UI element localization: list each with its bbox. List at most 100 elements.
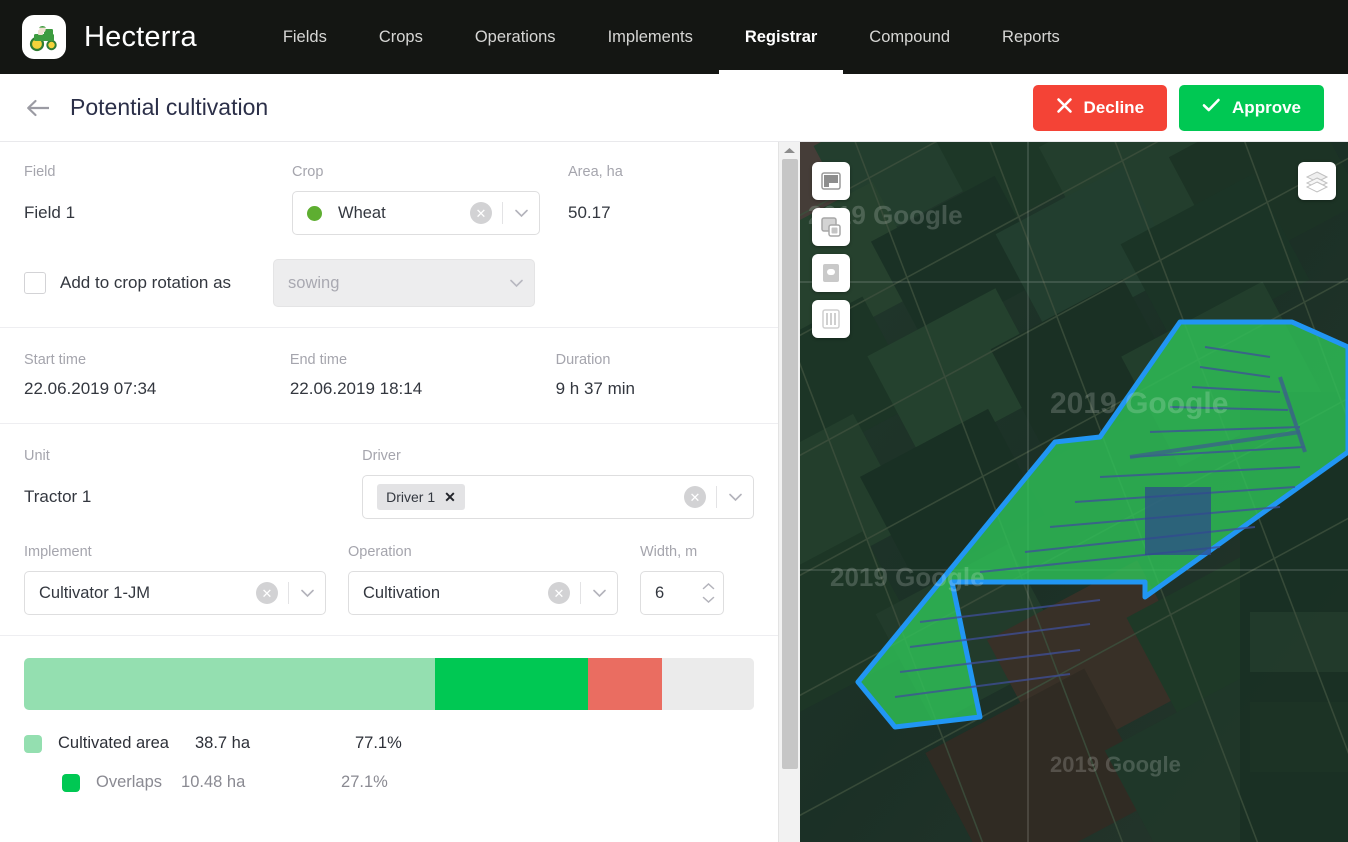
start-time-value: 22.06.2019 07:34 bbox=[24, 379, 290, 399]
driver-chip: Driver 1 ✕ bbox=[377, 484, 465, 510]
brand-name: Hecterra bbox=[84, 21, 197, 54]
crop-label: Crop bbox=[292, 164, 540, 180]
area-label: Area, ha bbox=[568, 164, 720, 180]
section-field-crop: Field Field 1 Crop Wheat ✕ bbox=[0, 142, 778, 328]
rotation-chevron-down-icon[interactable] bbox=[498, 260, 534, 306]
coverage-stats-bar bbox=[24, 658, 754, 710]
main-content: Field Field 1 Crop Wheat ✕ bbox=[0, 142, 1348, 842]
implement-chevron-down-icon[interactable] bbox=[289, 572, 325, 614]
nav-item-fields[interactable]: Fields bbox=[257, 0, 353, 74]
layers-icon[interactable] bbox=[1298, 162, 1336, 200]
nav-item-compound[interactable]: Compound bbox=[843, 0, 976, 74]
close-icon bbox=[1056, 97, 1073, 119]
legend-swatch-overlaps bbox=[62, 774, 80, 792]
compare-layers-icon[interactable] bbox=[812, 208, 850, 246]
crop-rotation-checkbox[interactable] bbox=[24, 272, 46, 294]
crop-chevron-down-icon[interactable] bbox=[503, 192, 539, 234]
tracks-icon[interactable] bbox=[812, 300, 850, 338]
legend-area-cultivated: 38.7 ha bbox=[195, 734, 355, 753]
duration-label: Duration bbox=[556, 352, 754, 368]
approve-button[interactable]: Approve bbox=[1179, 85, 1324, 131]
nav-item-crops[interactable]: Crops bbox=[353, 0, 449, 74]
crop-rotation-label: Add to crop rotation as bbox=[60, 273, 231, 293]
unit-label: Unit bbox=[24, 448, 362, 464]
width-stepper[interactable]: 6 bbox=[640, 571, 724, 615]
start-time-group: Start time 22.06.2019 07:34 bbox=[24, 352, 290, 399]
tractor-icon bbox=[22, 15, 66, 59]
legend-swatch-cultivated bbox=[24, 735, 42, 753]
duration-group: Duration 9 h 37 min bbox=[556, 352, 754, 399]
stats-segment-cultivated bbox=[24, 658, 435, 710]
section-times: Start time 22.06.2019 07:34 End time 22.… bbox=[0, 328, 778, 424]
nav-links: Fields Crops Operations Implements Regis… bbox=[257, 0, 1086, 74]
implement-label: Implement bbox=[24, 544, 326, 560]
width-value[interactable]: 6 bbox=[655, 584, 693, 603]
section-statistics: Cultivated area 38.7 ha 77.1% Overlaps 1… bbox=[0, 636, 778, 832]
nav-item-operations[interactable]: Operations bbox=[449, 0, 582, 74]
driver-group: Driver Driver 1 ✕ ✕ bbox=[362, 448, 754, 519]
panel-scrollbar[interactable] bbox=[778, 142, 800, 842]
field-value: Field 1 bbox=[24, 191, 292, 235]
operation-label: Operation bbox=[348, 544, 618, 560]
scrollbar-thumb[interactable] bbox=[782, 159, 798, 769]
top-navigation-bar: Hecterra Fields Crops Operations Impleme… bbox=[0, 0, 1348, 74]
width-spinner-arrows[interactable] bbox=[693, 583, 723, 603]
width-label: Width, m bbox=[640, 544, 724, 560]
stats-segment-remaining bbox=[662, 658, 754, 710]
implement-clear-icon[interactable]: ✕ bbox=[256, 582, 278, 604]
end-time-group: End time 22.06.2019 18:14 bbox=[290, 352, 556, 399]
legend-item-overlaps: Overlaps 10.48 ha 27.1% bbox=[24, 773, 754, 792]
legend-percent-cultivated: 77.1% bbox=[355, 734, 475, 753]
decline-button[interactable]: Decline bbox=[1033, 85, 1167, 131]
unit-group: Unit Tractor 1 bbox=[24, 448, 362, 519]
driver-clear-icon[interactable]: ✕ bbox=[684, 486, 706, 508]
crop-rotation-type-select[interactable]: sowing bbox=[273, 259, 535, 307]
field-label: Field bbox=[24, 164, 292, 180]
end-time-label: End time bbox=[290, 352, 556, 368]
nav-item-implements[interactable]: Implements bbox=[582, 0, 719, 74]
operation-group: Operation Cultivation ✕ bbox=[326, 544, 618, 615]
field-outline-icon[interactable] bbox=[812, 254, 850, 292]
crop-value: Wheat bbox=[338, 204, 470, 223]
legend-label-cultivated: Cultivated area bbox=[58, 734, 169, 753]
caret-up-icon bbox=[702, 583, 715, 590]
nav-item-reports[interactable]: Reports bbox=[976, 0, 1086, 74]
driver-select[interactable]: Driver 1 ✕ ✕ bbox=[362, 475, 754, 519]
map-canvas bbox=[800, 142, 1348, 842]
operation-select[interactable]: Cultivation ✕ bbox=[348, 571, 618, 615]
nav-item-registrar[interactable]: Registrar bbox=[719, 0, 843, 74]
driver-chevron-down-icon[interactable] bbox=[717, 476, 753, 518]
page-title: Potential cultivation bbox=[70, 94, 268, 121]
implement-select[interactable]: Cultivator 1-JM ✕ bbox=[24, 571, 326, 615]
area-group: Area, ha 50.17 bbox=[540, 164, 720, 235]
implement-group: Implement Cultivator 1-JM ✕ bbox=[24, 544, 326, 615]
legend-label-overlaps: Overlaps bbox=[96, 773, 162, 792]
approve-button-label: Approve bbox=[1232, 98, 1301, 118]
legend-area-overlaps: 10.48 ha bbox=[181, 773, 341, 792]
operation-chevron-down-icon[interactable] bbox=[581, 572, 617, 614]
implement-value: Cultivator 1-JM bbox=[39, 584, 256, 603]
width-group: Width, m 6 bbox=[618, 544, 724, 615]
details-panel: Field Field 1 Crop Wheat ✕ bbox=[0, 142, 778, 842]
field-group: Field Field 1 bbox=[24, 164, 292, 235]
scrollbar-caret-up-icon[interactable] bbox=[779, 142, 800, 158]
driver-chip-remove-icon[interactable]: ✕ bbox=[444, 490, 456, 504]
crop-clear-icon[interactable]: ✕ bbox=[470, 202, 492, 224]
satellite-map[interactable]: 2019 Google 2019 Google 2019 Google 2019… bbox=[800, 142, 1348, 842]
unit-value: Tractor 1 bbox=[24, 475, 362, 519]
map-tool-buttons bbox=[812, 162, 850, 338]
section-equipment: Unit Tractor 1 Driver Driver 1 ✕ ✕ bbox=[0, 424, 778, 636]
arrow-left-icon[interactable] bbox=[24, 93, 54, 123]
crop-select[interactable]: Wheat ✕ bbox=[292, 191, 540, 235]
legend-percent-overlaps: 27.1% bbox=[341, 773, 461, 792]
brand[interactable]: Hecterra bbox=[0, 15, 197, 59]
crop-rotation-type-value: sowing bbox=[288, 274, 498, 293]
fit-bounds-icon[interactable] bbox=[812, 162, 850, 200]
crop-group: Crop Wheat ✕ bbox=[292, 164, 540, 235]
operation-clear-icon[interactable]: ✕ bbox=[548, 582, 570, 604]
operation-value: Cultivation bbox=[363, 584, 548, 603]
stats-segment-overlaps bbox=[435, 658, 588, 710]
header-actions: Decline Approve bbox=[1033, 85, 1324, 131]
end-time-value: 22.06.2019 18:14 bbox=[290, 379, 556, 399]
decline-button-label: Decline bbox=[1084, 98, 1144, 118]
